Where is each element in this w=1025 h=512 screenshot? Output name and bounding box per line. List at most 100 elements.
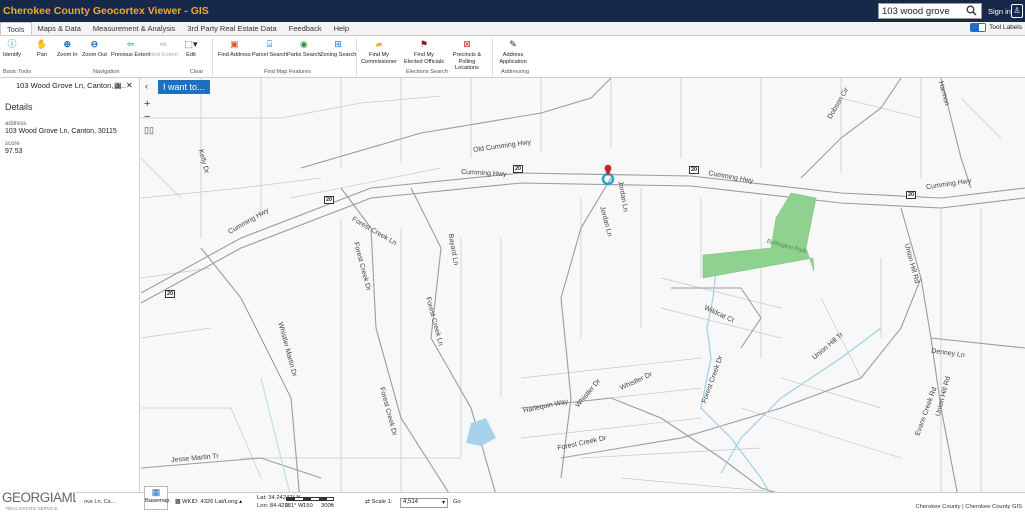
- scale-bar: [286, 497, 334, 501]
- zoning-search-button[interactable]: ⊞ Zoning Search: [320, 38, 356, 59]
- divider: [492, 38, 493, 76]
- group-clear: Clear: [190, 69, 204, 75]
- watermark-tail: ove Ln, Ca...: [76, 492, 141, 512]
- tree-icon: ◉: [299, 38, 308, 49]
- zoom-out-icon: ⊖: [90, 38, 99, 49]
- basemap-button[interactable]: ▦ Basemap: [144, 486, 170, 510]
- zoom-in-icon[interactable]: +: [144, 98, 154, 111]
- app-title: Cherokee County Geocortex Viewer - GIS: [3, 5, 209, 17]
- find-elected-officials-button[interactable]: ⚑ Find My Elected Officials: [404, 38, 444, 65]
- zoning-icon: ⊞: [334, 38, 342, 49]
- next-extent-button[interactable]: ⇨ Next Extent: [149, 38, 178, 59]
- scale-tick-0: 0: [285, 503, 289, 509]
- edit-label: Edit: [186, 52, 196, 58]
- zoom-out-label: Zoom Out: [82, 52, 107, 58]
- panel-title: 103 Wood Grove Ln, Canton, 3...: [16, 81, 126, 90]
- parks-search-label: Parks Search: [287, 52, 321, 58]
- search-icon[interactable]: [966, 5, 977, 16]
- collapse-panel-icon[interactable]: ‹: [145, 81, 148, 91]
- lon-readout: Lon: 84.42181° W: [257, 503, 304, 509]
- score-label: score: [5, 141, 20, 147]
- search-value: 103 wood grove: [882, 5, 950, 17]
- tool-labels-toggle[interactable]: Tool Labels: [970, 23, 1022, 32]
- tab-measurement[interactable]: Measurement & Analysis: [87, 22, 182, 35]
- address-application-label: Address Application: [499, 52, 527, 65]
- close-icon[interactable]: ✕: [126, 81, 133, 90]
- bookmark-icon[interactable]: ▯▯: [144, 124, 154, 137]
- user-avatar-icon[interactable]: ♙: [1011, 4, 1023, 18]
- scale-input[interactable]: 4,514 ▾: [400, 498, 448, 508]
- flag-icon: ⚑: [419, 38, 429, 49]
- route-20-shield: 20: [165, 290, 176, 298]
- roads: [141, 78, 1025, 512]
- details-heading: Details: [5, 102, 33, 112]
- toggle-switch[interactable]: [970, 23, 987, 32]
- title-bar: Cherokee County Geocortex Viewer - GIS 1…: [0, 0, 1025, 22]
- address-label: address: [5, 121, 27, 127]
- ballot-icon: ⊠: [463, 38, 471, 49]
- stream-3: [260, 377, 292, 499]
- identify-button[interactable]: ⓘ Identify: [3, 38, 21, 59]
- address-book-icon: ▣: [230, 38, 239, 49]
- group-find-map-features: Find Map Features: [264, 69, 311, 75]
- find-commissioner-button[interactable]: ▰ Find My Commissioner: [361, 38, 397, 65]
- find-address-button[interactable]: ▣ Find Address: [218, 38, 251, 59]
- document-edit-icon: ✎: [509, 38, 517, 49]
- tab-feedback[interactable]: Feedback: [283, 22, 328, 35]
- zoom-controls: + − ▯▯: [144, 98, 154, 137]
- parcel-search-button[interactable]: ⌸ Parcel Search: [252, 38, 287, 59]
- tab-real-estate[interactable]: 3rd Party Real Estate Data: [181, 22, 282, 35]
- score-value: 97.53: [5, 148, 23, 155]
- buffington-park-area[interactable]: [702, 192, 817, 279]
- copyright-text: Cherokee County | Cherokee County GIS: [915, 504, 1022, 510]
- parks-search-button[interactable]: ◉ Parks Search: [287, 38, 321, 59]
- hand-icon: ✋: [36, 38, 48, 49]
- route-20-shield: 20: [906, 191, 917, 199]
- basemap-icon: ▦: [151, 487, 161, 497]
- tab-tools[interactable]: Tools: [0, 22, 32, 35]
- search-input[interactable]: 103 wood grove: [878, 3, 982, 19]
- menu-bar: Tools Maps & Data Measurement & Analysis…: [0, 22, 1025, 36]
- scale-icon: ⇄: [365, 499, 370, 505]
- edit-icon: ⬚▾: [184, 38, 198, 49]
- sign-in-link[interactable]: Sign in: [988, 7, 1011, 16]
- zoning-search-label: Zoning Search: [320, 52, 357, 58]
- zoom-in-button[interactable]: ⊕ Zoom In: [57, 38, 78, 59]
- panel-actions: ▤ ✕: [114, 81, 133, 90]
- tab-maps-data[interactable]: Maps & Data: [32, 22, 87, 35]
- mls-sub-text: REAL ESTATE SERVICE: [6, 506, 58, 511]
- map-view[interactable]: Old Cumming Hwy Cumming Hwy Cumming Hwy …: [141, 78, 1025, 512]
- i-want-to-menu[interactable]: I want to...: [158, 80, 210, 94]
- precincts-label: Precincts & Polling Locations: [452, 52, 482, 71]
- identify-label: Identify: [3, 52, 22, 58]
- scale-label: ⇄ Scale 1:: [365, 499, 392, 505]
- map-pin-icon[interactable]: [601, 164, 615, 186]
- route-20-shield: 20: [513, 165, 524, 173]
- address-value: 103 Wood Grove Ln, Canton, 30115: [5, 128, 117, 135]
- chevron-down-icon[interactable]: ▾: [442, 499, 445, 506]
- precincts-button[interactable]: ⊠ Precincts & Polling Locations: [447, 38, 487, 72]
- scale-label-text: Scale 1:: [371, 499, 393, 505]
- pan-button[interactable]: ✋ Pan: [36, 38, 48, 59]
- edit-button[interactable]: ⬚▾ Edit: [184, 38, 198, 59]
- address-application-button[interactable]: ✎ Address Application: [498, 38, 528, 65]
- wkid-label: WKID: 4326 Lat/Long: [182, 499, 238, 505]
- zoom-in-icon: ⊕: [63, 38, 72, 49]
- grid-icon: ▩: [175, 499, 181, 505]
- info-icon: ⓘ: [7, 38, 17, 49]
- zoom-in-label: Zoom In: [57, 52, 78, 58]
- zoom-out-button[interactable]: ⊖ Zoom Out: [82, 38, 107, 59]
- previous-extent-button[interactable]: ⇦ Previous Extent: [111, 38, 150, 59]
- group-elections-search: Elections Search: [406, 69, 448, 75]
- scale-tick-300: 300ft: [321, 503, 334, 509]
- map-canvas[interactable]: [141, 78, 1025, 512]
- results-panel: 103 Wood Grove Ln, Canton, 3... ▤ ✕ Deta…: [0, 78, 140, 512]
- coordinate-system[interactable]: ▩ WKID: 4326 Lat/Long ▴: [175, 499, 242, 505]
- parcel-icon: ⌸: [266, 38, 273, 49]
- list-icon[interactable]: ▤: [114, 81, 122, 90]
- folder-icon: ▰: [375, 38, 383, 49]
- zoom-out-icon[interactable]: −: [144, 111, 154, 124]
- tab-help[interactable]: Help: [328, 22, 355, 35]
- find-address-label: Find Address: [218, 52, 251, 58]
- go-button[interactable]: Go: [453, 499, 461, 505]
